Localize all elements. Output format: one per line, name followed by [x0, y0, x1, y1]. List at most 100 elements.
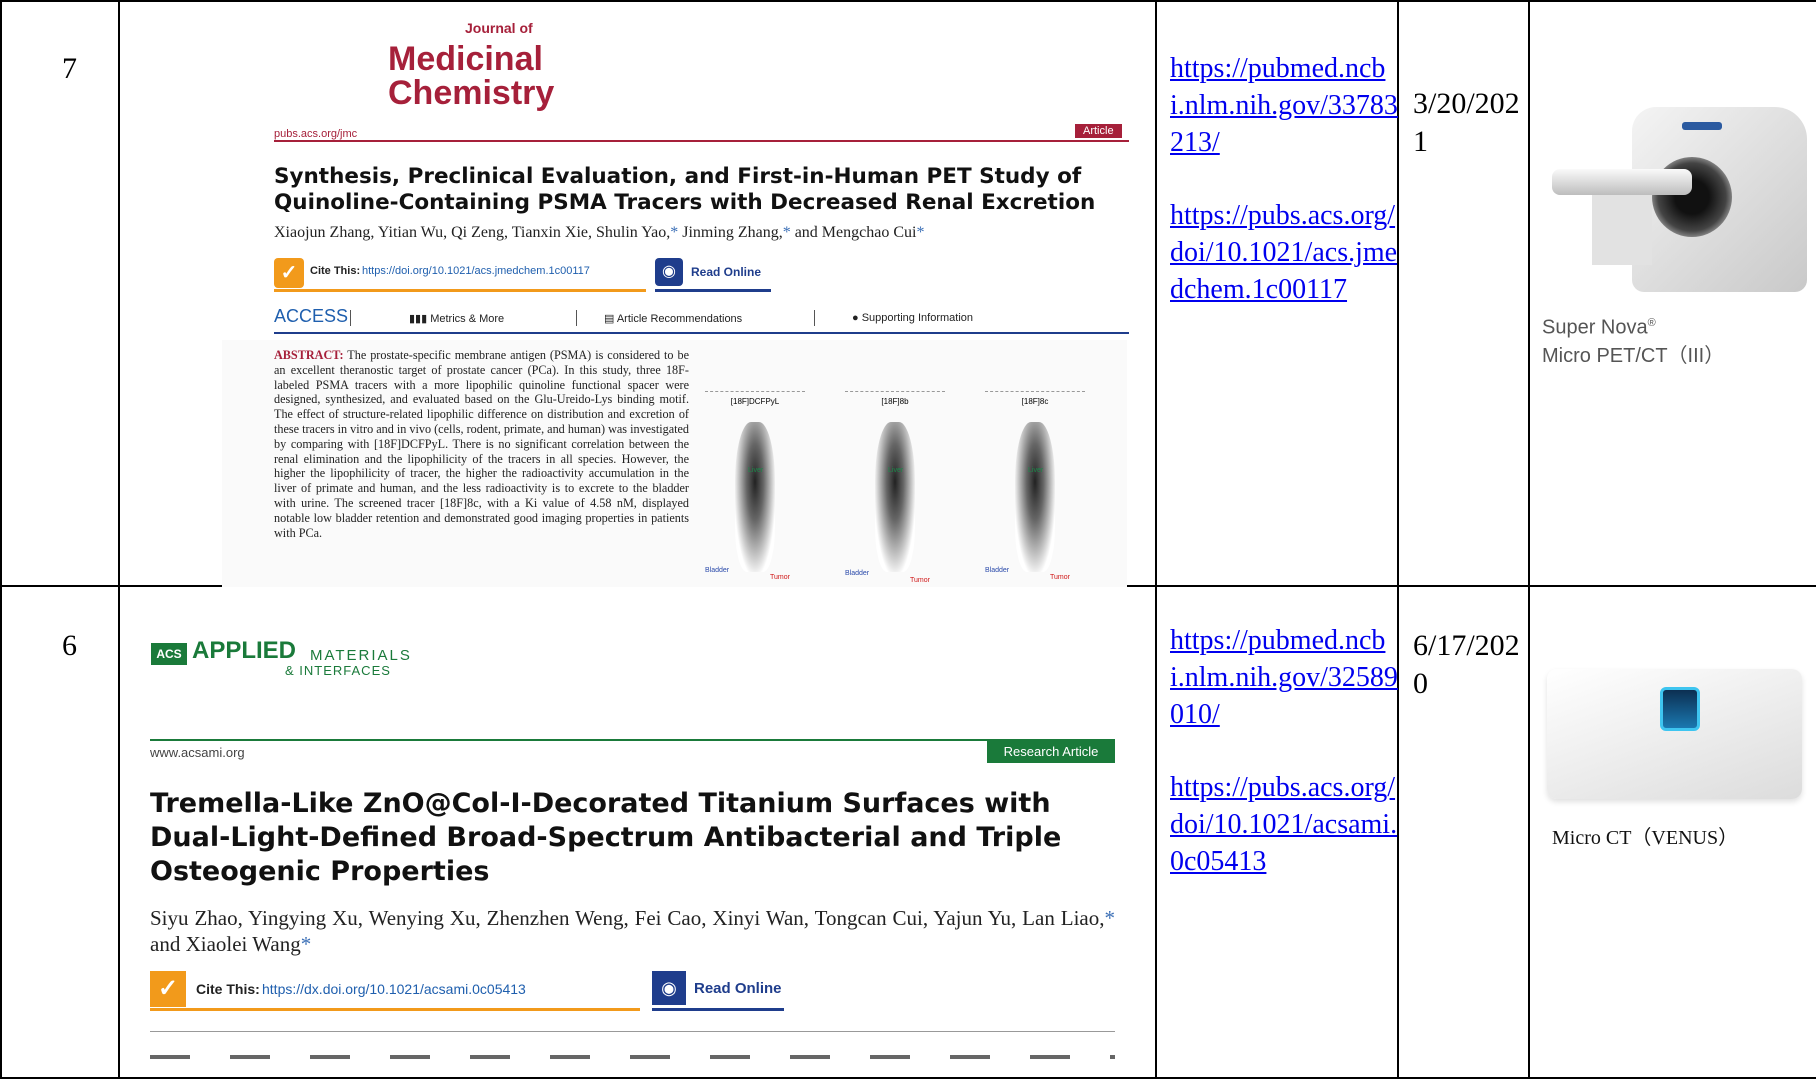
micro-ct-scanner-image	[1542, 659, 1807, 809]
supporting-link[interactable]: ● Supporting Information	[852, 312, 973, 324]
paper-cell: Journal of Medicinal Chemistry pubs.acs.…	[118, 0, 1157, 587]
cite-url[interactable]: https://doi.org/10.1021/acs.jmedchem.1c0…	[362, 265, 590, 277]
tumor-annotation: Tumor	[770, 574, 790, 581]
article-type-badge: Article	[1075, 124, 1122, 138]
doi-link[interactable]: https://pubs.acs.org/doi/10.1021/acs.jme…	[1170, 197, 1398, 308]
row-number: 7	[62, 52, 77, 85]
journal-name-interfaces: & INTERFACES	[285, 663, 391, 678]
cite-this[interactable]: ✓ Cite This: https://dx.doi.org/10.1021/…	[150, 971, 640, 1011]
pet-body	[735, 422, 775, 572]
authors-tail: and Xiaolei Wang	[150, 932, 301, 956]
table-row: 7 Journal of Medicinal Chemistry pubs.ac…	[0, 0, 1816, 587]
cite-label: Cite This:	[310, 265, 361, 277]
device-cell: Super Nova® Micro PET/CT（III）	[1528, 0, 1816, 587]
links-list: https://pubmed.ncbi.nlm.nih.gov/32589010…	[1170, 622, 1398, 880]
supporting-label: Supporting Information	[861, 312, 973, 324]
paper-title: Synthesis, Preclinical Evaluation, and F…	[274, 164, 1096, 215]
paper-authors: Xiaojun Zhang, Yitian Wu, Qi Zeng, Tianx…	[274, 224, 925, 241]
registered-mark: ®	[1647, 317, 1656, 329]
article-type-badge: Research Article	[987, 741, 1115, 763]
divider	[350, 310, 351, 326]
cite-this[interactable]: ✓ Cite This: https://doi.org/10.1021/acs…	[274, 256, 646, 292]
read-online-label: Read Online	[694, 980, 782, 997]
pet-body	[1015, 422, 1055, 572]
table-row: 6 ACS APPLIED MATERIALS & INTERFACES www…	[0, 585, 1816, 1079]
globe-icon: ◉	[655, 258, 683, 286]
bladder-annotation: Bladder	[705, 567, 730, 574]
journal-name: Medicinal Chemistry	[388, 42, 554, 110]
divider	[814, 310, 815, 326]
authors-main: Siyu Zhao, Yingying Xu, Wenying Xu, Zhen…	[150, 906, 1105, 930]
scanner-window	[1660, 687, 1700, 731]
publication-date: 6/17/2020	[1413, 629, 1520, 700]
abstract-label: ABSTRACT:	[274, 348, 344, 362]
tracer-label: [18F]DCFPyL	[730, 397, 780, 406]
molecule-structure	[845, 342, 945, 392]
date-cell: 3/20/2021	[1397, 0, 1530, 587]
cite-label: Cite This:	[196, 981, 260, 997]
header-rule	[150, 739, 1115, 741]
device-caption: Micro CT（VENUS）	[1552, 827, 1739, 849]
paper-cell: ACS APPLIED MATERIALS & INTERFACES www.a…	[118, 585, 1157, 1079]
abstract: ABSTRACT: The prostate-specific membrane…	[274, 348, 689, 540]
cite-url[interactable]: https://dx.doi.org/10.1021/acsami.0c0541…	[262, 981, 526, 997]
divider	[576, 310, 577, 326]
scanner-panel	[1682, 122, 1722, 130]
read-online-button[interactable]: ◉ Read Online	[655, 256, 771, 292]
metrics-link[interactable]: ▮▮▮ Metrics & More	[409, 312, 504, 325]
read-online-button[interactable]: ◉ Read Online	[652, 971, 784, 1011]
links-cell: https://pubmed.ncbi.nlm.nih.gov/33783213…	[1155, 0, 1399, 587]
metrics-label: Metrics & More	[430, 313, 505, 325]
journal-site: www.acsami.org	[150, 745, 245, 760]
globe-icon: ◉	[652, 971, 686, 1005]
pet-image	[710, 412, 800, 587]
device-caption: Super Nova® Micro PET/CT（III）	[1542, 309, 1724, 370]
journal-name-applied: APPLIED	[192, 637, 297, 664]
recommendations-label: Article Recommendations	[616, 313, 743, 325]
device-caption-line2: Micro PET/CT（III）	[1542, 344, 1725, 367]
pet-image	[850, 412, 940, 587]
pubmed-link[interactable]: https://pubmed.ncbi.nlm.nih.gov/33783213…	[1170, 50, 1398, 161]
pet-body	[875, 422, 915, 572]
molecule-structure	[985, 342, 1085, 392]
journal-name-line1: Medicinal	[388, 40, 543, 78]
bladder-annotation: Bladder	[845, 570, 870, 577]
tracer-label: [18F]8b	[881, 397, 909, 406]
liver-annotation: Liver	[1028, 467, 1044, 474]
doi-link[interactable]: https://pubs.acs.org/doi/10.1021/acsami.…	[1170, 769, 1398, 880]
paper-title: Tremella-Like ZnO@Col-I-Decorated Titani…	[150, 788, 1062, 887]
row-number-cell: 6	[0, 585, 120, 1079]
check-icon: ✓	[274, 258, 304, 288]
device-caption-line1: Super Nova	[1542, 316, 1648, 339]
paper-screenshot: ACS APPLIED MATERIALS & INTERFACES www.a…	[120, 587, 1157, 1078]
links-cell: https://pubmed.ncbi.nlm.nih.gov/32589010…	[1155, 585, 1399, 1079]
date-cell: 6/17/2020	[1397, 585, 1530, 1079]
publication-date: 3/20/2021	[1413, 87, 1520, 158]
abstract-text: The prostate-specific membrane antigen (…	[274, 348, 689, 540]
tumor-annotation: Tumor	[1050, 574, 1070, 581]
row-number-cell: 7	[0, 0, 120, 587]
journal-name-line2: Chemistry	[388, 74, 555, 112]
journal-name-small: Journal of	[465, 20, 533, 36]
molecule-structure	[705, 342, 805, 392]
liver-annotation: Liver	[888, 467, 904, 474]
check-icon: ✓	[150, 971, 186, 1007]
access-bar: ACCESS ▮▮▮ Metrics & More ▤ Article Reco…	[274, 304, 1129, 334]
pubmed-link[interactable]: https://pubmed.ncbi.nlm.nih.gov/32589010…	[1170, 622, 1398, 733]
journal-site: pubs.acs.org/jmc	[274, 128, 358, 140]
truncated-text	[150, 1055, 1115, 1059]
device-cell: Micro CT（VENUS）	[1528, 585, 1816, 1079]
divider	[150, 1031, 1115, 1032]
abstract-figure: [18F]DCFPyL [18F]8b [18F]8c Liver Liver …	[700, 342, 1125, 587]
journal-name-materials: MATERIALS	[310, 647, 412, 664]
tumor-annotation: Tumor	[910, 577, 930, 584]
recommendations-link[interactable]: ▤ Article Recommendations	[604, 312, 742, 325]
links-list: https://pubmed.ncbi.nlm.nih.gov/33783213…	[1170, 50, 1398, 308]
read-online-label: Read Online	[691, 265, 762, 279]
row-number: 6	[62, 629, 77, 662]
tracer-label: [18F]8c	[1021, 397, 1049, 406]
paper-screenshot: Journal of Medicinal Chemistry pubs.acs.…	[120, 2, 1157, 587]
bladder-annotation: Bladder	[985, 567, 1010, 574]
header-rule	[274, 140, 1129, 142]
liver-annotation: Liver	[748, 467, 764, 474]
